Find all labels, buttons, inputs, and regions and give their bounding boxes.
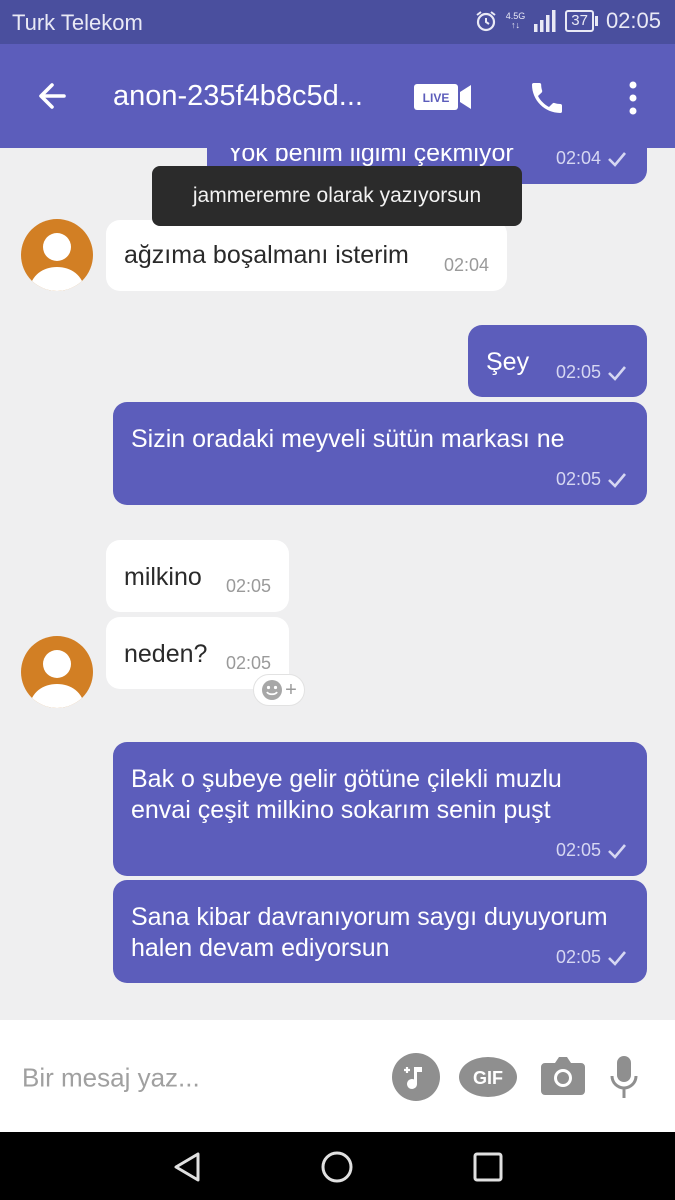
message-time: 02:05	[556, 942, 627, 973]
message-composer: GIF	[0, 1020, 675, 1132]
status-icons: 4.5G ↑↓ 37 02:05	[474, 8, 661, 34]
message-time: 02:05	[225, 576, 271, 596]
message-time: 02:05	[556, 835, 627, 866]
outgoing-message[interactable]: Sana kibar davranıyorum saygı duyuyorum …	[113, 880, 647, 983]
phone-call-icon[interactable]	[527, 78, 567, 118]
home-circle-icon[interactable]	[320, 1150, 354, 1184]
alarm-icon	[476, 11, 496, 32]
user-icon	[29, 650, 85, 708]
outgoing-message[interactable]: Sizin oradaki meyveli sütün markası ne 0…	[113, 402, 647, 505]
signal-icon	[534, 10, 556, 32]
chat-title[interactable]: anon-235f4b8c5d...	[113, 80, 363, 113]
status-bar: Turk Telekom 4.5G ↑↓ 37 02:05	[0, 0, 675, 44]
smiley-icon	[262, 680, 283, 700]
svg-text:LIVE: LIVE	[423, 91, 450, 105]
sent-check-icon	[608, 152, 626, 168]
message-time: 02:05	[556, 357, 627, 388]
more-options-icon[interactable]	[622, 80, 644, 116]
sent-check-icon	[608, 473, 626, 489]
sent-check-icon	[608, 366, 626, 382]
user-icon	[29, 233, 85, 291]
outgoing-message[interactable]: Bak o şubeye gelir götüne çilekli muzlu …	[113, 742, 647, 876]
message-input[interactable]	[22, 1062, 362, 1094]
camera-icon[interactable]	[539, 1055, 587, 1097]
chat-header: anon-235f4b8c5d... LIVE	[0, 44, 675, 148]
avatar[interactable]	[21, 219, 93, 291]
recents-square-icon[interactable]	[471, 1150, 505, 1184]
carrier-name: Turk Telekom	[12, 10, 143, 35]
incoming-message[interactable]: ağzıma boşalmanı isterim 02:04	[106, 220, 507, 291]
outgoing-message[interactable]: Şey 02:05	[468, 325, 647, 397]
live-video-button[interactable]: LIVE	[414, 82, 472, 112]
system-nav-bar	[0, 1132, 675, 1200]
back-arrow-icon[interactable]	[34, 78, 70, 114]
music-sticker-icon[interactable]	[392, 1053, 440, 1101]
gif-button[interactable]: GIF	[459, 1055, 517, 1099]
network-type: 4.5G ↑↓	[505, 11, 526, 30]
microphone-icon[interactable]	[609, 1054, 639, 1100]
sent-check-icon	[608, 951, 626, 967]
status-time: 02:05	[605, 8, 661, 33]
avatar[interactable]	[21, 636, 93, 708]
message-time: 02:04	[443, 255, 489, 275]
back-triangle-icon[interactable]	[170, 1150, 204, 1184]
sent-check-icon	[608, 844, 626, 860]
plus-icon: +	[285, 678, 297, 701]
add-reaction-button[interactable]: +	[253, 674, 305, 706]
message-time: 02:05	[556, 464, 627, 495]
incoming-message[interactable]: milkino 02:05	[106, 540, 289, 612]
battery-indicator: 37	[565, 10, 598, 32]
svg-text:GIF: GIF	[473, 1068, 503, 1088]
typing-as-toast: jammeremre olarak yazıyorsun	[152, 166, 522, 226]
